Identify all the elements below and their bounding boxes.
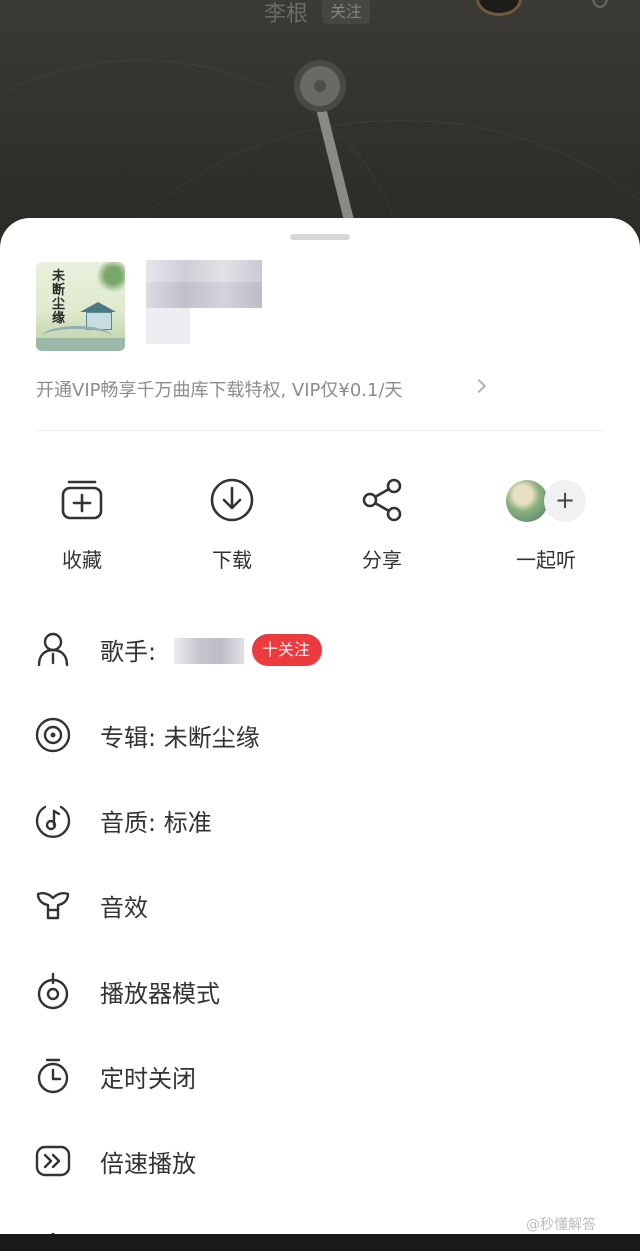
menu-row-timer[interactable]: 定时关闭 [0,1045,640,1105]
navigation-bar [0,1234,640,1251]
download-label: 下载 [212,548,252,572]
album-label: 专辑: 未断尘缘 [100,724,260,752]
album-cover: 未断尘缘 [36,262,125,351]
speed-label: 倍速播放 [100,1150,196,1178]
sound-quality-icon [35,805,71,839]
vip-promo-link[interactable]: 开通VIP畅享千万曲库下载特权, VIP仅¥0.1/天 [36,376,403,402]
player-avatar[interactable] [476,0,522,16]
song-artist-blurred [146,308,190,344]
tonearm-pivot [300,66,340,106]
menu-row-player-mode[interactable]: 播放器模式 [0,960,640,1020]
timer-label: 定时关闭 [100,1065,196,1093]
sheet-drag-handle[interactable] [290,234,350,240]
collect-icon [61,480,103,520]
singer-label: 歌手: [100,638,157,666]
download-icon [210,478,254,522]
divider [36,430,604,431]
song-title-blurred [146,260,262,308]
menu-row-speed[interactable]: 倍速播放 [0,1130,640,1190]
quality-label: 音质: 标准 [100,809,212,837]
listen-together-label: 一起听 [516,548,576,572]
album-cover-title: 未断尘缘 [52,269,66,326]
menu-row-album[interactable]: 专辑: 未断尘缘 [0,704,640,764]
album-icon [35,717,71,753]
player-follow-button[interactable]: 关注 [322,0,371,24]
player-artist-name[interactable]: 李根 [264,0,308,28]
download-button[interactable]: 下载 [172,476,292,573]
timer-icon [37,1058,69,1094]
effects-label: 音效 [100,894,148,922]
player-mode-label: 播放器模式 [100,980,220,1008]
menu-row-effects[interactable]: 音效 [0,874,640,934]
watermark: @秒懂解答 [526,1217,596,1233]
menu-row-singer[interactable]: 歌手: 十关注 [0,618,640,678]
follow-singer-button[interactable]: 十关注 [252,634,323,666]
player-mode-icon [37,972,69,1010]
collect-label: 收藏 [62,548,102,572]
player-more-icon[interactable] [592,0,608,8]
listen-together-button[interactable]: 一起听 [486,476,606,573]
chevron-right-icon [471,378,487,394]
song-options-sheet: 未断尘缘 开通VIP畅享千万曲库下载特权, VIP仅¥0.1/天 收藏 下载 分… [0,218,640,1234]
share-button[interactable]: 分享 [322,476,442,573]
share-label: 分享 [362,548,402,572]
playback-speed-icon [35,1145,71,1177]
collect-button[interactable]: 收藏 [22,476,142,573]
menu-row-quality[interactable]: 音质: 标准 [0,789,640,849]
sound-effects-icon [36,892,70,920]
share-icon [362,478,402,522]
singer-name-blurred[interactable] [174,638,244,664]
singer-icon [37,632,69,667]
